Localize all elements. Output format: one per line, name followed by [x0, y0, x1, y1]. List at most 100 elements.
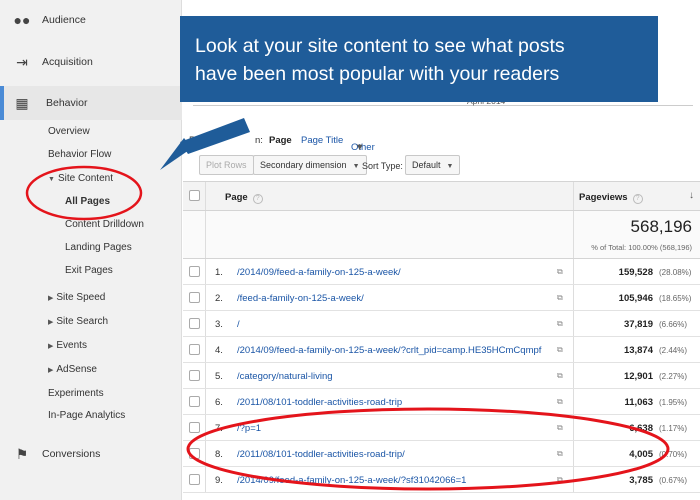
row-checkbox[interactable]	[189, 344, 200, 355]
pages-table: Page? Pageviews? ↓ 568,196 % of Total: 1…	[183, 181, 700, 493]
nav-behavior[interactable]: ▦ Behavior	[0, 86, 182, 120]
column-divider	[205, 259, 206, 284]
nav-all-pages[interactable]: All Pages	[65, 196, 110, 207]
table-row: 5. /category/natural-living ⧉ 12,901 (2.27%)	[183, 363, 700, 389]
external-link-icon[interactable]: ⧉	[557, 371, 563, 381]
nav-behavior-label: Behavior	[46, 97, 88, 109]
page-link[interactable]: /2014/09/feed-a-family-on-125-a-week/?cr…	[237, 345, 541, 356]
callout-line-1: Look at your site content to see what po…	[195, 35, 565, 57]
nav-audience[interactable]: ●● Audience	[0, 3, 182, 37]
column-divider	[573, 211, 574, 258]
pageviews-percent: (2.44%)	[659, 346, 688, 355]
sort-descending-icon[interactable]: ↓	[689, 190, 694, 201]
page-link[interactable]: /2014/09/feed-a-family-on-125-a-week/?sf…	[237, 475, 466, 486]
secondary-dimension-dropdown[interactable]: Secondary dimension ▼	[253, 155, 367, 175]
nav-site-search[interactable]: ▶ Site Search	[48, 316, 108, 327]
row-checkbox[interactable]	[189, 474, 200, 485]
dimension-page[interactable]: Page	[269, 135, 292, 146]
page-link[interactable]: /feed-a-family-on-125-a-week/	[237, 293, 364, 304]
caret-right-icon: ▶	[48, 295, 54, 302]
column-divider	[205, 337, 206, 362]
primary-dimension-prefix: Prim	[189, 135, 209, 146]
pageviews-percent: (28.08%)	[659, 268, 692, 277]
pageviews-value: 37,819	[623, 319, 653, 330]
nav-site-speed[interactable]: ▶ Site Speed	[48, 292, 105, 303]
pageviews-value: 105,946	[618, 293, 653, 304]
external-link-icon[interactable]: ⧉	[557, 267, 563, 277]
table-row: 3. / ⧉ 37,819 (6.66%)	[183, 311, 700, 337]
external-link-icon[interactable]: ⧉	[557, 345, 563, 355]
column-divider	[205, 363, 206, 388]
pageviews-percent: (6.66%)	[659, 320, 688, 329]
column-divider	[573, 182, 574, 210]
pageviews-value: 6,638	[629, 423, 653, 434]
help-icon[interactable]: ?	[252, 194, 263, 204]
row-checkbox[interactable]	[189, 318, 200, 329]
page-link[interactable]: /2011/08/101-toddler-activities-road-tri…	[237, 449, 405, 460]
nav-overview[interactable]: Overview	[48, 126, 90, 137]
row-checkbox[interactable]	[189, 448, 200, 459]
nav-behavior-flow[interactable]: Behavior Flow	[48, 149, 111, 160]
external-link-icon[interactable]: ⧉	[557, 319, 563, 329]
row-number: 6.	[215, 397, 223, 408]
caret-down-icon: ▼	[48, 176, 55, 183]
column-header-page[interactable]: Page?	[225, 192, 263, 204]
primary-dimension-bar: Prim n: Page Page Title Other ▼	[183, 128, 700, 153]
nav-landing-pages[interactable]: Landing Pages	[65, 242, 132, 253]
row-checkbox[interactable]	[189, 292, 200, 303]
nav-in-page-analytics[interactable]: In-Page Analytics	[48, 410, 125, 421]
nav-events[interactable]: ▶ Events	[48, 340, 87, 351]
column-divider	[573, 285, 574, 310]
row-checkbox[interactable]	[189, 422, 200, 433]
nav-adsense[interactable]: ▶ AdSense	[48, 364, 97, 375]
page-link[interactable]: /2011/08/101-toddler-activities-road-tri…	[237, 397, 402, 408]
nav-acquisition[interactable]: ⇥ Acquisition	[0, 45, 182, 79]
table-body: 1. /2014/09/feed-a-family-on-125-a-week/ ⧉…	[183, 259, 700, 493]
nav-content-drilldown[interactable]: Content Drilldown	[65, 219, 144, 230]
select-all-checkbox[interactable]	[189, 190, 200, 201]
pageviews-percent: (2.27%)	[659, 372, 688, 381]
external-link-icon[interactable]: ⧉	[557, 449, 563, 459]
flag-icon: ⚑	[15, 446, 29, 462]
sort-type-label: Sort Type:	[362, 161, 403, 171]
external-link-icon[interactable]: ⧉	[557, 423, 563, 433]
table-row: 9. /2014/09/feed-a-family-on-125-a-week/?…	[183, 467, 700, 493]
page-link[interactable]: /category/natural-living	[237, 371, 333, 382]
column-header-pageviews[interactable]: Pageviews?	[579, 192, 643, 204]
nav-conversions[interactable]: ⚑ Conversions	[0, 437, 182, 471]
nav-acquisition-label: Acquisition	[42, 56, 93, 68]
nav-site-content[interactable]: ▼ Site Content	[48, 173, 113, 184]
pageviews-value: 159,528	[618, 267, 653, 278]
column-divider	[205, 182, 206, 210]
row-checkbox[interactable]	[189, 370, 200, 381]
nav-exit-pages[interactable]: Exit Pages	[65, 265, 113, 276]
page-link[interactable]: /?p=1	[237, 423, 261, 434]
nav-experiments[interactable]: Experiments	[48, 388, 104, 399]
external-link-icon[interactable]: ⧉	[557, 397, 563, 407]
row-number: 9.	[215, 475, 223, 486]
dimension-page-title[interactable]: Page Title	[301, 135, 343, 146]
column-divider	[573, 259, 574, 284]
row-number: 3.	[215, 319, 223, 330]
external-link-icon[interactable]: ⧉	[557, 293, 563, 303]
page-link[interactable]: /	[237, 319, 240, 330]
nav-conversions-label: Conversions	[42, 448, 101, 460]
row-checkbox[interactable]	[189, 396, 200, 407]
caret-right-icon: ▶	[48, 319, 54, 326]
plot-rows-button[interactable]: Plot Rows	[199, 155, 254, 175]
external-link-icon[interactable]: ⧉	[557, 475, 563, 485]
sort-type-dropdown[interactable]: Default ▼	[405, 155, 461, 175]
caret-right-icon: ▶	[48, 343, 54, 350]
row-number: 8.	[215, 449, 223, 460]
help-icon[interactable]: ?	[632, 194, 643, 204]
table-header: Page? Pageviews? ↓	[183, 181, 700, 211]
pageviews-value: 3,785	[629, 475, 653, 486]
page-link[interactable]: /2014/09/feed-a-family-on-125-a-week/	[237, 267, 401, 278]
chart-baseline	[193, 105, 693, 106]
row-checkbox[interactable]	[189, 266, 200, 277]
nav-events-label: Events	[56, 340, 87, 351]
pageviews-value: 11,063	[624, 397, 653, 408]
table-toolbar: Plot Rows Secondary dimension ▼ Sort Type…	[183, 152, 700, 180]
row-number: 7.	[215, 423, 223, 434]
nav-adsense-label: AdSense	[56, 364, 97, 375]
